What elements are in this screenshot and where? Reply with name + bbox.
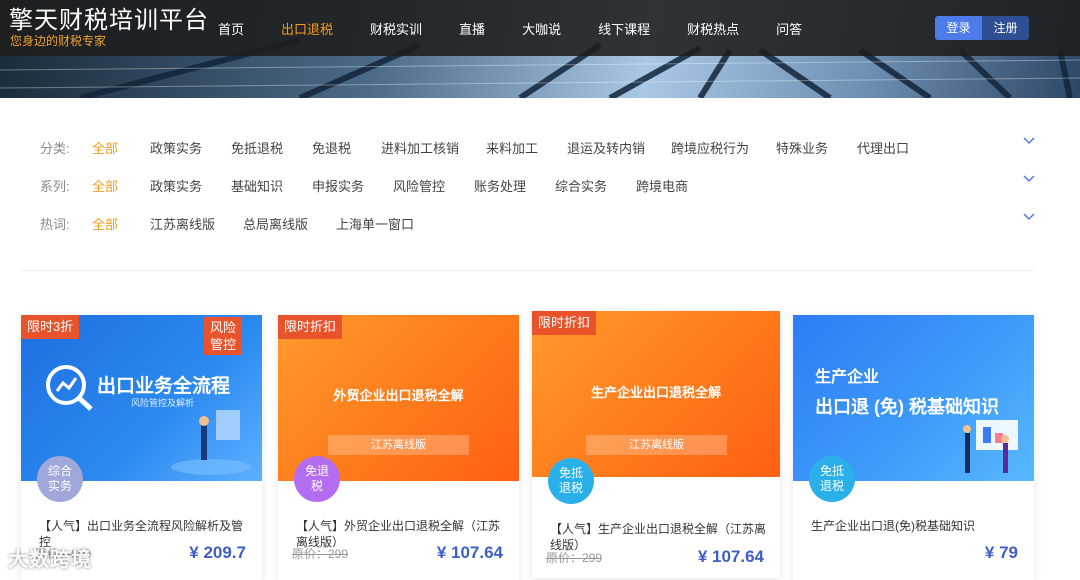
filter-label: 热词: [40, 217, 70, 232]
category-badge: 免抵退税 [548, 458, 594, 504]
filter-option[interactable]: 全部 [92, 138, 118, 157]
top-navbar: 擎天财税培训平台 您身边的财税专家 首页 出口退税 财税实训 直播 大咖说 线下… [0, 0, 1080, 56]
brand-subtitle: 您身边的财税专家 [10, 34, 107, 48]
course-card[interactable]: 外贸企业出口退税全解 江苏离线版 限时折扣 免退税 【人气】外贸企业出口退税全解… [278, 315, 519, 580]
nav-item-qa[interactable]: 问答 [776, 19, 802, 38]
filter-option[interactable]: 代理出口 [857, 138, 909, 157]
filter-row-series: 系列: 全部 政策实务 基础知识 申报实务 风险管控 账务处理 综合实务 跨境电… [40, 175, 1040, 196]
sale-price: ¥ 107.64 [436, 543, 503, 562]
watermark-logo: 大数跨境 [8, 549, 92, 571]
original-price: 原价：299 [546, 551, 603, 565]
discount-ribbon: 限时3折 [21, 315, 80, 339]
filter-row-hotwords: 热词: 全部 江苏离线版 总局离线版 上海单一窗口 [40, 213, 1040, 234]
chevron-down-icon[interactable] [1022, 172, 1036, 186]
chevron-down-icon[interactable] [1022, 134, 1036, 148]
risk-tag: 风险管控 [204, 317, 242, 355]
filter-option[interactable]: 免抵退税 [231, 138, 283, 157]
course-banner-subtitle: 江苏离线版 [586, 435, 727, 455]
course-banner-title: 生产企业 [815, 369, 880, 386]
filter-option[interactable]: 跨境电商 [636, 176, 688, 195]
filter-option[interactable]: 跨境应税行为 [671, 138, 749, 157]
filter-option[interactable]: 账务处理 [474, 176, 526, 195]
course-banner-title: 外贸企业出口退税全解 [333, 388, 464, 403]
main-nav: 首页 出口退税 财税实训 直播 大咖说 线下课程 财税热点 问答 [218, 19, 839, 38]
filter-option[interactable]: 全部 [92, 214, 118, 233]
auth-buttons: 登录 注册 [935, 16, 1029, 40]
sale-price: ¥ 209.7 [189, 543, 246, 562]
nav-item-expert-talk[interactable]: 大咖说 [522, 19, 561, 38]
register-button[interactable]: 注册 [982, 16, 1029, 40]
filter-label: 系列: [40, 179, 70, 194]
course-banner-subtitle: 江苏离线版 [328, 435, 469, 455]
filter-option[interactable]: 来料加工 [486, 138, 538, 157]
course-banner-title: 生产企业出口退税全解 [590, 385, 721, 400]
category-badge: 免抵退税 [809, 456, 855, 502]
course-card[interactable]: 出口业务全流程 风险管控及解析 限时3折 风险管控 综合实务 【人气】出口业务全… [21, 315, 262, 580]
nav-item-offline-course[interactable]: 线下课程 [598, 19, 650, 38]
filter-option[interactable]: 江苏离线版 [150, 214, 215, 233]
course-title[interactable]: 生产企业出口退(免)税基础知识 [811, 518, 1026, 534]
brand-logo[interactable]: 擎天财税培训平台 您身边的财税专家 [9, 6, 209, 48]
sale-price: ¥ 79 [984, 543, 1018, 562]
nav-item-tax-training[interactable]: 财税实训 [370, 19, 422, 38]
divider [20, 270, 1034, 271]
filter-row-category: 分类: 全部 政策实务 免抵退税 免退税 进料加工核销 来料加工 退运及转内销 … [40, 137, 1040, 158]
login-button[interactable]: 登录 [935, 16, 982, 40]
filter-option[interactable]: 全部 [92, 176, 118, 195]
filter-option[interactable]: 基础知识 [231, 176, 283, 195]
filter-option[interactable]: 免退税 [312, 138, 351, 157]
sale-price: ¥ 107.64 [697, 547, 764, 566]
course-banner-title: 出口业务全流程 [97, 376, 231, 397]
filter-option[interactable]: 申报实务 [312, 176, 364, 195]
course-card[interactable]: 生产企业 出口退 (免) 税基础知识 免抵退税 生产企业出口退(免)税基础知识 … [793, 315, 1034, 580]
filter-option[interactable]: 综合实务 [555, 176, 607, 195]
course-card[interactable]: 生产企业出口退税全解 江苏离线版 限时折扣 免抵退税 【人气】生产企业出口退税全… [532, 311, 780, 578]
nav-item-export-tax-refund[interactable]: 出口退税 [281, 19, 333, 38]
header-banner: 擎天财税培训平台 您身边的财税专家 首页 出口退税 财税实训 直播 大咖说 线下… [0, 0, 1080, 98]
filter-option[interactable]: 风险管控 [393, 176, 445, 195]
filter-option[interactable]: 特殊业务 [776, 138, 828, 157]
filter-option[interactable]: 总局离线版 [243, 214, 308, 233]
category-badge: 综合实务 [37, 456, 83, 502]
filter-label: 分类: [40, 141, 70, 156]
filter-option[interactable]: 进料加工核销 [381, 138, 459, 157]
original-price: 原价：299 [292, 547, 349, 561]
nav-item-live[interactable]: 直播 [459, 19, 485, 38]
course-cover-image: 生产企业出口退税全解 江苏离线版 限时折扣 [532, 311, 780, 477]
discount-ribbon: 限时折扣 [532, 311, 597, 335]
course-banner-subtitle: 出口退 (免) 税基础知识 [815, 397, 999, 417]
nav-item-home[interactable]: 首页 [218, 19, 244, 38]
chevron-down-icon[interactable] [1022, 210, 1036, 224]
course-banner-subtitle: 风险管控及解析 [131, 398, 195, 408]
filter-option[interactable]: 上海单一窗口 [336, 214, 414, 233]
discount-ribbon: 限时折扣 [278, 315, 343, 339]
nav-item-tax-news[interactable]: 财税热点 [687, 19, 739, 38]
category-badge: 免退税 [294, 456, 340, 502]
filter-option[interactable]: 政策实务 [150, 176, 202, 195]
filter-option[interactable]: 政策实务 [150, 138, 202, 157]
brand-title: 擎天财税培训平台 [9, 6, 209, 34]
filter-option[interactable]: 退运及转内销 [567, 138, 645, 157]
